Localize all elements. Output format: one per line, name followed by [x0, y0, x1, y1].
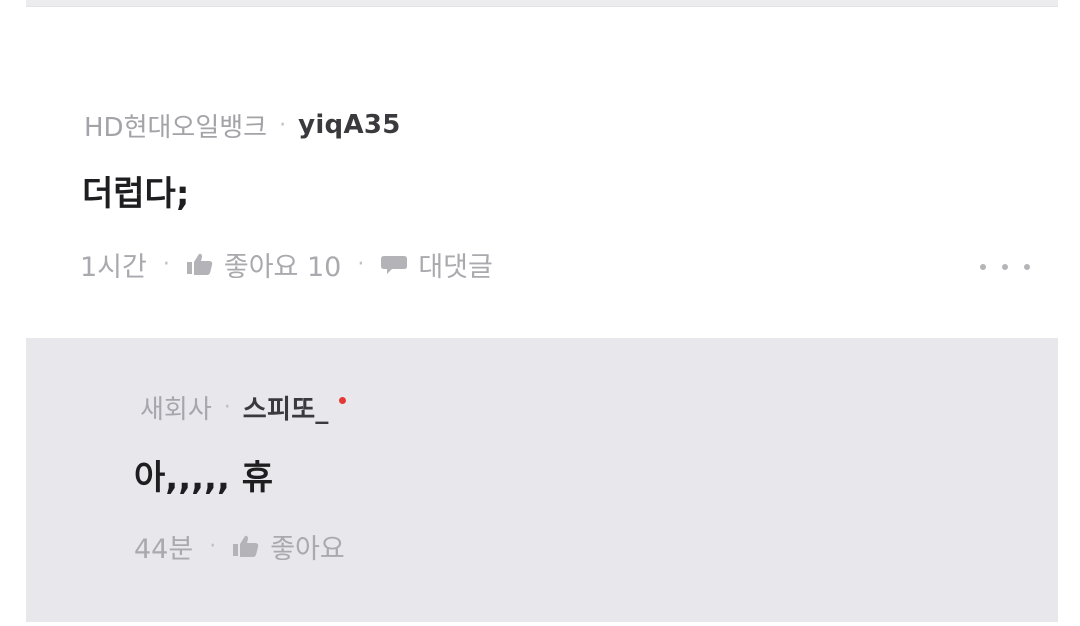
- reply-author[interactable]: 스피또_: [243, 389, 329, 426]
- like-label: 좋아요 10: [223, 251, 342, 283]
- like-button[interactable]: 좋아요 10: [186, 245, 341, 284]
- comment-company: HD현대오일뱅크: [84, 112, 268, 143]
- action-separator: ·: [209, 533, 217, 559]
- reply-container: 새회사 · 스피또_ 아,,,,, 휴 44분 · 좋아요: [26, 338, 1058, 622]
- comment-author[interactable]: yiqA35: [298, 110, 401, 140]
- thumbs-up-icon: [232, 534, 260, 558]
- action-separator: ·: [357, 251, 365, 277]
- comment: HD현대오일뱅크 · yiqA35 더럽다; 1시간 · 좋아요 10 · 대댓…: [80, 100, 1030, 300]
- thumbs-up-icon: [186, 252, 214, 276]
- top-divider: [26, 0, 1058, 7]
- speech-bubble-icon: [380, 252, 408, 276]
- reply-company: 새회사: [140, 394, 212, 425]
- reply-meta: 새회사 · 스피또_: [140, 389, 346, 426]
- reply-button[interactable]: 대댓글: [380, 245, 493, 284]
- reply-time: 44분: [134, 533, 194, 565]
- reply-actions: 44분 · 좋아요: [134, 527, 345, 566]
- reply-body: 아,,,,, 휴: [134, 458, 273, 498]
- more-dots-icon[interactable]: [980, 250, 1030, 284]
- comment-meta: HD현대오일뱅크 · yiqA35: [84, 108, 401, 143]
- meta-separator: ·: [279, 112, 287, 138]
- comment-body: 더럽다;: [82, 174, 190, 214]
- comment-actions: 1시간 · 좋아요 10 · 대댓글: [80, 245, 493, 284]
- action-separator: ·: [162, 251, 170, 277]
- reply-like-button[interactable]: 좋아요: [232, 527, 345, 566]
- meta-separator: ·: [223, 394, 231, 420]
- reply-like-label: 좋아요: [270, 533, 345, 565]
- comment-time: 1시간: [80, 251, 147, 283]
- reply-label: 대댓글: [418, 251, 493, 283]
- new-badge-dot: [338, 396, 346, 404]
